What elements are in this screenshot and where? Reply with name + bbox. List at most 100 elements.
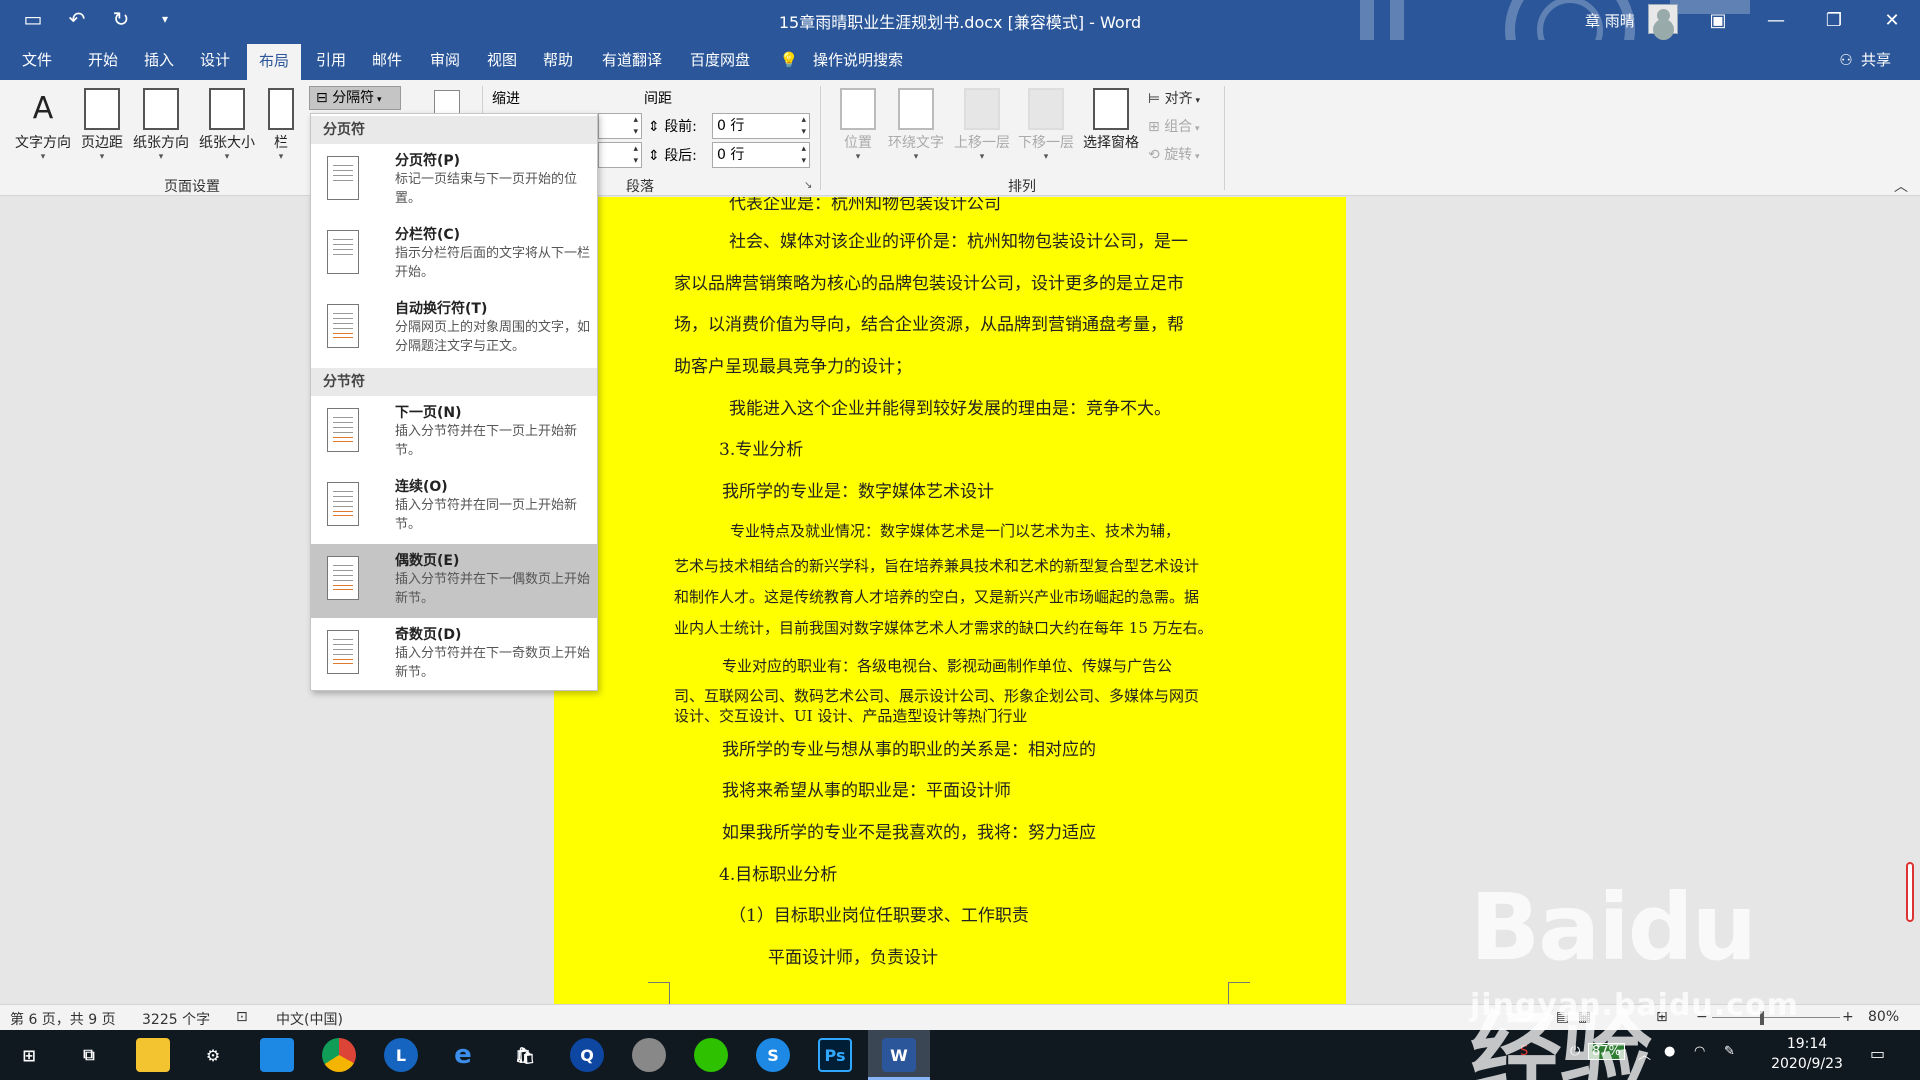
word-icon[interactable]: W <box>882 1038 916 1072</box>
rotate-button[interactable]: ⟲ 旋转 ▾ <box>1148 144 1200 164</box>
feishu-icon[interactable]: S <box>756 1038 790 1072</box>
size-label: 纸张大小 <box>199 135 255 151</box>
group-button[interactable]: ⊞ 组合 ▾ <box>1148 116 1200 136</box>
spacing-before-icon: ⇕ <box>648 119 660 135</box>
even-page-icon <box>327 556 359 600</box>
text-direction-label: 文字方向 <box>15 135 71 151</box>
tab-references[interactable]: 引用 <box>306 40 356 80</box>
tab-view[interactable]: 视图 <box>477 40 527 80</box>
indent-right-input[interactable] <box>598 142 642 168</box>
vertical-scrollbar[interactable] <box>1906 862 1914 922</box>
lightbulb-icon: 💡 <box>779 51 799 69</box>
tab-layout[interactable]: 布局 <box>247 44 301 80</box>
minimize-button[interactable]: — <box>1748 0 1804 40</box>
app-l-icon[interactable]: L <box>384 1038 418 1072</box>
photoshop-icon[interactable]: Ps <box>818 1038 852 1072</box>
tab-home[interactable]: 开始 <box>78 40 128 80</box>
menu-item-column-break[interactable]: 分栏符(C) 指示分栏符后面的文字将从下一栏开始。 <box>311 218 597 292</box>
spacing-after-input[interactable]: 0 行 <box>712 142 810 168</box>
tab-mailings[interactable]: 邮件 <box>362 40 412 80</box>
breaks-button[interactable]: ⊟ 分隔符 ▾ <box>309 86 401 110</box>
spacing-label: 间距 <box>644 91 672 107</box>
collapse-ribbon-icon[interactable]: ︿ <box>1894 176 1908 196</box>
selection-pane-button[interactable]: 选择窗格 <box>1078 88 1144 152</box>
tab-insert[interactable]: 插入 <box>134 40 184 80</box>
spacing-before-label: ⇕ 段前: <box>648 116 697 136</box>
notification-icon[interactable]: ▭ <box>1870 1044 1885 1063</box>
zoom-level[interactable]: 80% <box>1868 1009 1899 1025</box>
tab-review[interactable]: 审阅 <box>420 40 470 80</box>
crop-mark <box>1228 982 1250 1004</box>
align-button[interactable]: ⊨ 对齐 ▾ <box>1148 88 1200 108</box>
paragraph-group-label: 段落 <box>626 179 654 195</box>
settings-icon[interactable]: ⚙ <box>196 1038 230 1072</box>
tab-design[interactable]: 设计 <box>190 40 240 80</box>
menu-item-odd-page[interactable]: 奇数页(D) 插入分节符并在下一奇数页上开始新节。 <box>311 618 597 692</box>
spacing-before-input[interactable]: 0 行 <box>712 113 810 139</box>
avatar[interactable] <box>1648 4 1678 34</box>
menu-item-page-break[interactable]: 分页符(P) 标记一页结束与下一页开始的位置。 <box>311 144 597 218</box>
group-label: 组合 <box>1164 119 1193 135</box>
tab-file[interactable]: 文件 <box>12 40 62 80</box>
position-icon <box>840 88 876 130</box>
internet-explorer-icon[interactable]: e <box>446 1038 480 1072</box>
doc-line: 我所学的专业是：数字媒体艺术设计 <box>722 482 994 502</box>
document-page[interactable]: 代表企业是：杭州知物包装设计公司 社会、媒体对该企业的评价是：杭州知物包装设计公… <box>554 197 1346 1004</box>
menu-item-next-page[interactable]: 下一页(N) 插入分节符并在下一页上开始新节。 <box>311 396 597 470</box>
size-button[interactable]: 纸张大小 ▾ <box>194 88 260 162</box>
text-direction-icon: A <box>32 91 54 126</box>
baidu-watermark: Baidu经验 jingyan.baidu.com <box>1470 860 1830 1080</box>
ribbon-display-options-icon[interactable]: ▣ <box>1690 0 1746 40</box>
send-backward-button[interactable]: 下移一层 ▾ <box>1014 88 1078 162</box>
text-wrapping-icon <box>327 304 359 348</box>
language-indicator[interactable]: 中文(中国) <box>276 1009 343 1029</box>
indent-label: 缩进 <box>492 91 520 107</box>
orientation-icon <box>143 88 179 130</box>
menu-item-text-wrapping-break[interactable]: 自动换行符(T) 分隔网页上的对象周围的文字，如分隔题注文字与正文。 <box>311 292 597 366</box>
search-app-icon[interactable]: Q <box>570 1038 604 1072</box>
tab-baidu-netdisk[interactable]: 百度网盘 <box>682 40 758 80</box>
close-button[interactable]: ✕ <box>1864 0 1920 40</box>
margins-label: 页边距 <box>81 135 123 151</box>
store-icon[interactable]: 🛍 <box>508 1038 542 1072</box>
margins-button[interactable]: 页边距 ▾ <box>76 88 128 162</box>
restore-button[interactable]: ❐ <box>1806 0 1862 40</box>
wrap-text-button[interactable]: 环绕文字 ▾ <box>884 88 948 162</box>
indent-left-input[interactable] <box>598 113 642 139</box>
word-count[interactable]: 3225 个字 <box>142 1009 210 1029</box>
chrome-icon[interactable] <box>322 1038 356 1072</box>
chevron-down-icon: ▾ <box>224 152 230 162</box>
chevron-down-icon: ▾ <box>1043 152 1049 162</box>
profile-app-icon[interactable] <box>632 1038 666 1072</box>
tab-help[interactable]: 帮助 <box>533 40 583 80</box>
text-direction-button[interactable]: A 文字方向 ▾ <box>10 88 76 162</box>
doc-line: 专业对应的职业有：各级电视台、影视动画制作单位、传媒与广告公 <box>722 657 1173 675</box>
user-name[interactable]: 章 雨晴 <box>1585 10 1635 31</box>
menu-item-continuous[interactable]: 连续(O) 插入分节符并在同一页上开始新节。 <box>311 470 597 544</box>
doc-line: 助客户呈现最具竞争力的设计； <box>674 357 912 377</box>
proofing-icon[interactable]: ⊡ <box>236 1009 248 1025</box>
chevron-down-icon: ▾ <box>158 152 164 162</box>
selection-pane-label: 选择窗格 <box>1083 135 1139 151</box>
share-button[interactable]: 共享 <box>1856 40 1896 80</box>
task-view-icon[interactable]: ⧉ <box>72 1038 106 1072</box>
tab-youdao[interactable]: 有道翻译 <box>592 40 672 80</box>
zoom-in-icon[interactable]: + <box>1842 1009 1854 1025</box>
columns-button[interactable]: 栏 ▾ <box>264 88 298 162</box>
position-button[interactable]: 位置 ▾ <box>836 88 880 162</box>
file-explorer-icon[interactable] <box>136 1038 170 1072</box>
windows-start-icon[interactable]: ⊞ <box>12 1038 46 1072</box>
ribbon-tabs: 文件 开始 插入 设计 布局 引用 邮件 审阅 视图 帮助 有道翻译 百度网盘 … <box>0 40 1920 80</box>
menu-item-even-page[interactable]: 偶数页(E) 插入分节符并在下一偶数页上开始新节。 <box>311 544 597 618</box>
wechat-icon[interactable] <box>694 1038 728 1072</box>
page-count[interactable]: 第 6 页，共 9 页 <box>10 1009 116 1029</box>
menu-item-title: 分栏符(C) <box>395 227 461 243</box>
bring-forward-button[interactable]: 上移一层 ▾ <box>950 88 1014 162</box>
tell-me-search[interactable]: 操作说明搜索 <box>808 40 908 80</box>
photos-icon[interactable] <box>260 1038 294 1072</box>
orientation-button[interactable]: 纸张方向 ▾ <box>128 88 194 162</box>
menu-item-desc: 插入分节符并在下一偶数页上开始新节。 <box>395 572 591 606</box>
doc-line: 艺术与技术相结合的新兴学科，旨在培养兼具技术和艺术的新型复合型艺术设计 <box>674 557 1200 575</box>
dialog-launcher-icon[interactable]: ↘ <box>804 180 812 191</box>
doc-line: 社会、媒体对该企业的评价是：杭州知物包装设计公司，是一 <box>729 232 1188 252</box>
